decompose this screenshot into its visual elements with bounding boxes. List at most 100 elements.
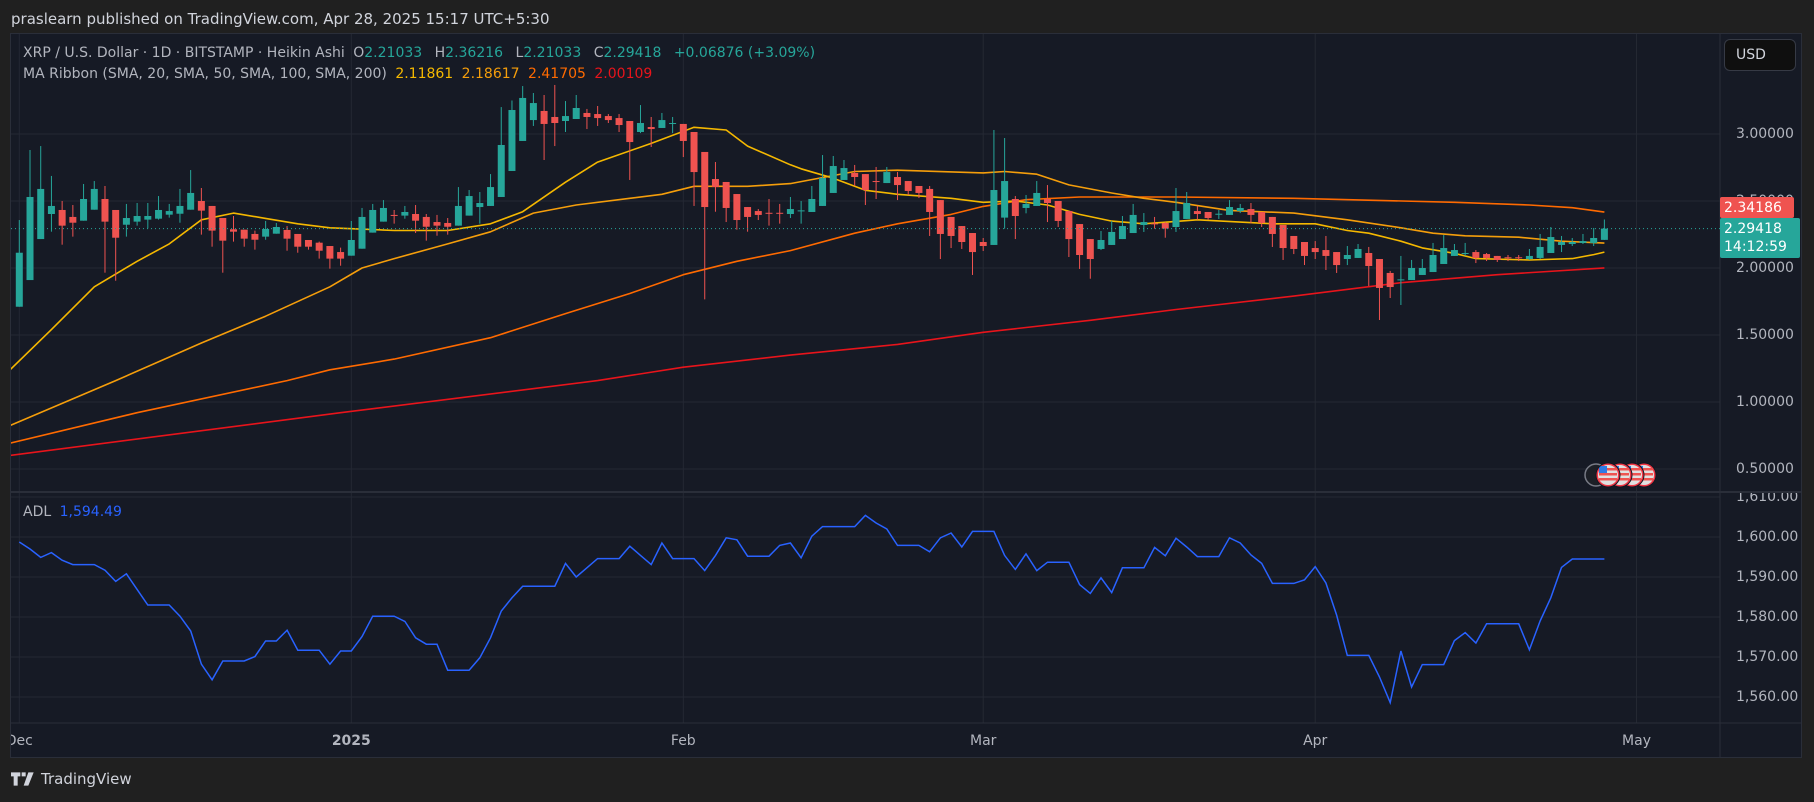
economic-events <box>1584 462 1657 488</box>
candle-body <box>122 218 130 225</box>
candle-body <box>1086 239 1094 260</box>
change-value: +0.06876 (+3.09%) <box>673 45 816 61</box>
candle-body <box>1129 214 1137 234</box>
candle-body <box>733 194 741 221</box>
candle <box>786 196 794 219</box>
candle-body <box>133 216 141 222</box>
candle-body <box>947 216 955 236</box>
time-axis-label: Feb <box>671 733 696 749</box>
candle-body <box>379 207 387 222</box>
symbol-legend: XRP / U.S. Dollar · 1D · BITSTAMP · Heik… <box>23 45 819 61</box>
candle-body <box>1493 255 1501 260</box>
candle-body <box>1118 226 1126 240</box>
chart-canvas[interactable]: 3.000002.500002.000001.500001.000000.500… <box>0 0 1814 802</box>
candle-body <box>797 210 805 212</box>
candle <box>465 190 473 216</box>
candle-body <box>1375 259 1383 288</box>
candle <box>1397 255 1405 305</box>
candle-body <box>722 181 730 208</box>
candle <box>337 247 345 266</box>
candle <box>958 226 966 249</box>
candle-body <box>262 229 270 237</box>
candle <box>636 105 644 134</box>
candle-body <box>701 151 709 208</box>
open-label: O <box>353 45 365 61</box>
low-value: 2.21033 <box>523 45 582 61</box>
price-pane <box>11 84 1608 457</box>
candle <box>1333 252 1341 273</box>
adl-axis-label: 1,590.00 <box>1736 569 1798 585</box>
candle <box>733 194 741 230</box>
price-axis-label: 2.00000 <box>1736 260 1794 276</box>
candle-body <box>744 207 752 217</box>
price-axis-label: 3.00000 <box>1736 126 1794 142</box>
candle-body <box>1193 211 1201 214</box>
candle <box>604 114 612 124</box>
candle <box>594 105 602 126</box>
candle-body <box>819 177 827 206</box>
currency-button[interactable]: USD <box>1724 39 1796 71</box>
candle-body <box>1472 252 1480 258</box>
candle-body <box>1268 216 1276 234</box>
candle-body <box>1247 209 1255 215</box>
candle-body <box>1354 248 1362 258</box>
last-price-tag: 2.29418 14:12:59 <box>1720 218 1800 258</box>
adl-title[interactable]: ADL <box>23 504 51 520</box>
candle-body <box>487 187 495 206</box>
candle-body <box>444 222 452 227</box>
candle-body <box>47 205 55 214</box>
candle <box>968 233 976 275</box>
time-axis-label: Mar <box>970 733 997 749</box>
ma-ribbon-title[interactable]: MA Ribbon (SMA, 20, SMA, 50, SMA, 100, S… <box>23 66 387 82</box>
candle <box>1343 246 1351 266</box>
candle-body <box>1397 279 1405 281</box>
footer-brand[interactable]: TradingView <box>11 770 132 788</box>
candle-body <box>1183 203 1191 219</box>
candle <box>722 181 730 223</box>
candle <box>1579 233 1587 245</box>
candle-body <box>669 123 677 125</box>
candle <box>1172 188 1180 232</box>
adl-axis-label: 1,580.00 <box>1736 609 1798 625</box>
adl-value: 1,594.49 <box>59 504 122 520</box>
candle <box>176 188 184 223</box>
bar-countdown-label: 14:12:59 <box>1724 239 1787 255</box>
candle <box>1472 250 1480 264</box>
candle-body <box>776 212 784 214</box>
candle-body <box>754 211 762 215</box>
candle-body <box>230 229 237 232</box>
candle <box>26 149 34 281</box>
candle <box>1301 242 1308 266</box>
adl-axis: 1,610.001,600.001,590.001,580.001,570.00… <box>1736 493 1798 705</box>
candle-body <box>1600 228 1608 240</box>
price-axis-label: 0.50000 <box>1736 461 1794 477</box>
candle <box>829 155 837 193</box>
candle <box>208 205 216 247</box>
candle <box>1118 216 1126 240</box>
candle <box>15 220 23 307</box>
candle-body <box>1108 231 1116 245</box>
candle-body <box>915 185 923 193</box>
candle-body <box>101 198 109 222</box>
candle <box>1558 235 1566 253</box>
candle-body <box>1001 181 1009 218</box>
symbol-title[interactable]: XRP / U.S. Dollar · 1D · BITSTAMP · Heik… <box>23 45 345 61</box>
candle-body <box>90 188 98 210</box>
candle-body <box>808 198 816 212</box>
candle <box>1054 201 1062 227</box>
candle <box>1033 181 1041 206</box>
candle-body <box>883 172 891 184</box>
candle <box>294 233 302 253</box>
candle <box>701 151 709 300</box>
candle <box>1386 270 1394 299</box>
candle <box>1493 255 1501 262</box>
candle <box>1547 226 1555 253</box>
candle <box>1279 224 1287 260</box>
candle <box>690 131 698 206</box>
candle <box>1086 239 1094 279</box>
candle-body <box>1226 207 1234 215</box>
candle <box>1450 244 1458 256</box>
candle <box>1022 194 1030 214</box>
candle <box>165 203 173 218</box>
candle <box>379 200 387 222</box>
